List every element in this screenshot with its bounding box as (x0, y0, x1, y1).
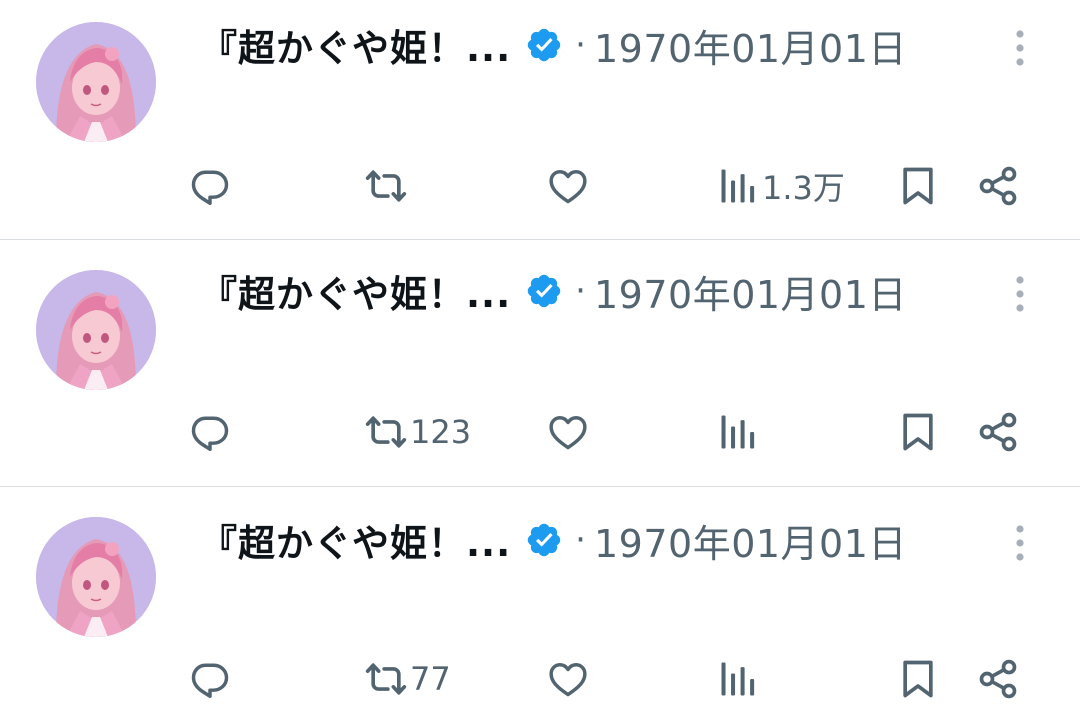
bookmark-button[interactable] (896, 655, 940, 703)
verified-badge-icon (525, 26, 563, 64)
author-name[interactable]: 『超かぐや姫！... (200, 513, 511, 567)
retweet-icon (365, 170, 407, 202)
tweet-date[interactable]: 1970年01月01日 (594, 513, 907, 568)
header-separator: · (575, 25, 586, 65)
avatar-image (36, 22, 156, 142)
retweet-icon (365, 663, 407, 695)
bookmark-button[interactable] (896, 408, 940, 456)
tweet-card[interactable]: 『超かぐや姫！... · 1970年01月01日 (0, 0, 1080, 246)
tweet-header: 『超かぐや姫！... · 1970年01月01日 (200, 264, 907, 319)
avatar-image (36, 270, 156, 390)
share-icon (979, 412, 1017, 452)
bookmark-button[interactable] (896, 162, 940, 210)
avatar[interactable] (36, 517, 156, 637)
reply-icon (191, 663, 229, 698)
share-icon (979, 166, 1017, 206)
avatar[interactable] (36, 270, 156, 390)
heart-icon (549, 662, 587, 697)
like-button[interactable] (546, 408, 592, 456)
reply-button[interactable] (188, 655, 234, 703)
share-button[interactable] (976, 655, 1020, 703)
retweet-button[interactable]: 77 (364, 655, 451, 703)
tweet-header: 『超かぐや姫！... · 1970年01月01日 (200, 513, 907, 568)
tweet-feed: 『超かぐや姫！... · 1970年01月01日 1.3万 『超かぐや姫！...… (0, 0, 1080, 727)
tweet-card[interactable]: 『超かぐや姫！... · 1970年01月01日 (0, 487, 1080, 727)
share-icon (979, 659, 1017, 699)
views-button[interactable]: 1.3万 (716, 162, 845, 210)
bookmark-icon (903, 413, 933, 451)
share-button[interactable] (976, 408, 1020, 456)
author-name[interactable]: 『超かぐや姫！... (200, 264, 511, 318)
tweet-date[interactable]: 1970年01月01日 (594, 18, 907, 73)
tweet-card[interactable]: 『超かぐや姫！... · 1970年01月01日 (0, 240, 1080, 486)
heart-icon (549, 169, 587, 204)
retweet-button[interactable] (364, 162, 410, 210)
verified-badge-icon (525, 521, 563, 559)
reply-icon (191, 416, 229, 451)
avatar[interactable] (36, 22, 156, 142)
reply-icon (191, 170, 229, 205)
tweet-date[interactable]: 1970年01月01日 (594, 264, 907, 319)
bookmark-icon (903, 167, 933, 205)
tweet-actions: 77 (0, 655, 1080, 703)
author-name[interactable]: 『超かぐや姫！... (200, 18, 511, 72)
tweet-actions: 123 (0, 408, 1080, 456)
share-button[interactable] (976, 162, 1020, 210)
header-separator: · (575, 271, 586, 311)
reply-button[interactable] (188, 408, 234, 456)
verified-badge-icon (525, 272, 563, 310)
views-button[interactable] (716, 655, 762, 703)
retweet-count: 123 (410, 413, 472, 451)
more-vertical-icon[interactable] (1008, 272, 1032, 316)
like-button[interactable] (546, 162, 592, 210)
like-button[interactable] (546, 655, 592, 703)
more-vertical-icon[interactable] (1008, 521, 1032, 565)
header-separator: · (575, 520, 586, 560)
views-chart-icon (721, 415, 755, 449)
retweet-icon (365, 416, 407, 448)
tweet-header: 『超かぐや姫！... · 1970年01月01日 (200, 18, 907, 73)
view-count: 1.3万 (762, 169, 845, 207)
views-chart-icon (721, 169, 755, 203)
tweet-actions: 1.3万 (0, 162, 1080, 210)
retweet-count: 77 (410, 660, 451, 698)
avatar-image (36, 517, 156, 637)
reply-button[interactable] (188, 162, 234, 210)
heart-icon (549, 415, 587, 450)
bookmark-icon (903, 660, 933, 698)
retweet-button[interactable]: 123 (364, 408, 471, 456)
views-button[interactable] (716, 408, 762, 456)
views-chart-icon (721, 662, 755, 696)
more-vertical-icon[interactable] (1008, 26, 1032, 70)
